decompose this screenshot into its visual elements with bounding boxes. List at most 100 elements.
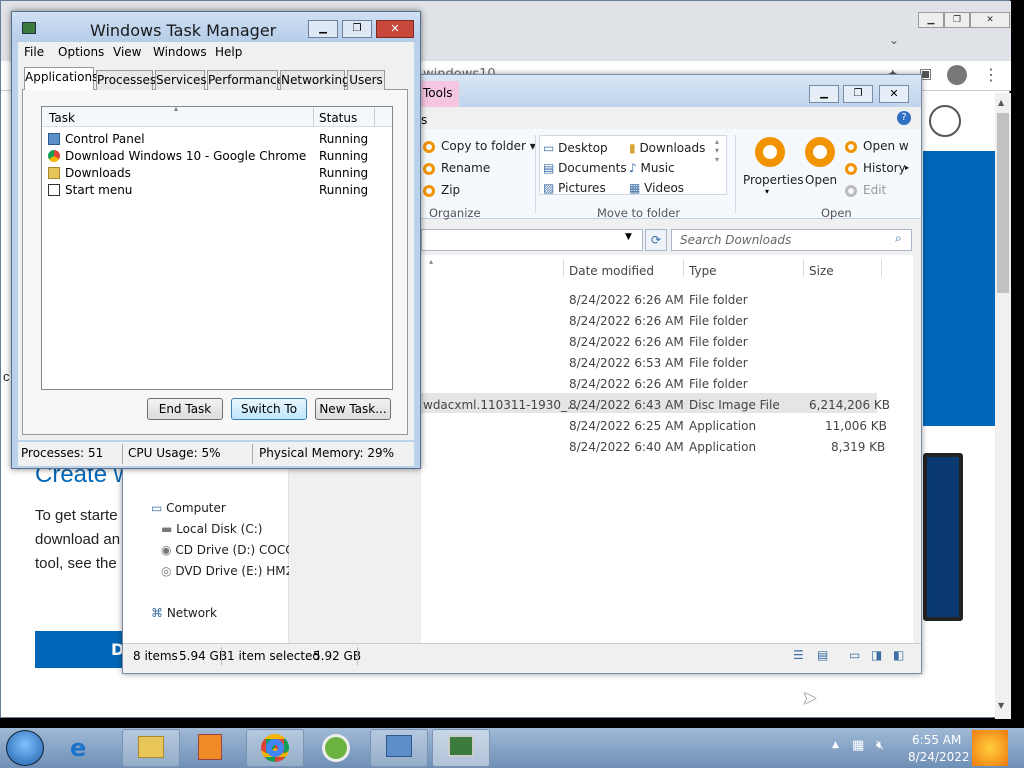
task-name[interactable]: Downloads <box>65 166 131 180</box>
history-button[interactable]: History <box>845 161 906 175</box>
column-divider[interactable] <box>683 259 684 277</box>
file-size[interactable]: 6,214,206 KB <box>809 398 890 412</box>
nav-computer[interactable]: ▭ Computer <box>151 501 226 515</box>
file-type[interactable]: File folder <box>689 293 748 307</box>
column-type[interactable]: Type <box>689 264 717 278</box>
task-status[interactable]: Running <box>319 166 368 180</box>
preview-pane-icon[interactable]: ▭ <box>849 648 860 662</box>
menu-windows[interactable]: Windows <box>153 45 207 59</box>
tm-close-button[interactable]: ✕ <box>376 20 414 38</box>
navigation-pane-icon[interactable]: ◧ <box>893 648 904 662</box>
chrome-maximize-button[interactable]: ❐ <box>944 12 970 28</box>
column-task[interactable]: Task <box>49 111 75 125</box>
menu-file[interactable]: File <box>24 45 44 59</box>
properties-dropdown-icon[interactable]: ▾ <box>765 187 769 196</box>
chrome-close-button[interactable]: ✕ <box>970 12 1010 28</box>
file-date[interactable]: 8/24/2022 6:25 AM <box>569 419 684 433</box>
move-pictures-item[interactable]: ▨ Pictures <box>543 181 606 195</box>
clock-date[interactable]: 8/24/2022 <box>908 750 970 764</box>
tab-services[interactable]: Services <box>155 70 207 90</box>
address-dropdown-icon[interactable]: ▼ <box>625 232 632 242</box>
nav-dvd-drive[interactable]: ◎ DVD Drive (E:) HM2_ <box>161 564 289 578</box>
scroll-down-icon[interactable]: ▼ <box>998 701 1004 710</box>
user-picture[interactable] <box>972 730 1008 766</box>
rename-button[interactable]: Rename <box>423 161 490 175</box>
gallery-scroll-icon[interactable]: ▴ ▾ ▾ <box>715 137 719 164</box>
file-date[interactable]: 8/24/2022 6:26 AM <box>569 314 684 328</box>
chrome-menu-icon[interactable]: ⋮ <box>983 65 999 84</box>
explorer-maximize-button[interactable]: ❐ <box>843 85 873 103</box>
column-divider[interactable] <box>881 259 882 277</box>
file-date[interactable]: 8/24/2022 6:40 AM <box>569 440 684 454</box>
open-button[interactable]: Open <box>805 173 837 187</box>
help-icon[interactable]: ? <box>897 111 911 125</box>
ribbon-tab-fragment[interactable]: s <box>421 113 427 127</box>
properties-button[interactable]: Properties <box>743 173 804 187</box>
tiles-view-icon[interactable]: ▤ <box>817 648 828 662</box>
column-date-modified[interactable]: Date modified <box>569 264 654 278</box>
task-name[interactable]: Start menu <box>65 183 132 197</box>
internet-explorer-icon[interactable]: e <box>70 734 86 762</box>
file-type[interactable]: File folder <box>689 356 748 370</box>
network-tray-icon[interactable]: ▦ <box>852 738 864 753</box>
explorer-minimize-button[interactable]: ▁ <box>809 85 839 103</box>
move-documents-item[interactable]: ▤ Documents <box>543 161 627 175</box>
tab-performance[interactable]: Performance <box>207 70 284 90</box>
column-divider[interactable] <box>563 259 564 277</box>
column-size[interactable]: Size <box>809 264 834 278</box>
page-scrollbar-thumb[interactable] <box>997 113 1009 293</box>
task-name[interactable]: Control Panel <box>65 132 145 146</box>
nav-cd-drive[interactable]: ◉ CD Drive (D:) COCC <box>161 543 289 557</box>
show-hidden-icons-icon[interactable]: ▲ <box>832 740 839 750</box>
nav-local-disk[interactable]: ▬ Local Disk (C:) <box>161 522 262 536</box>
details-view-icon[interactable]: ☰ <box>793 648 804 662</box>
refresh-icon[interactable]: ⟳ <box>645 229 667 251</box>
menu-view[interactable]: View <box>113 45 141 59</box>
file-size[interactable]: 11,006 KB <box>825 419 887 433</box>
nav-network[interactable]: ⌘ Network <box>151 606 217 620</box>
column-divider[interactable] <box>803 259 804 277</box>
file-date[interactable]: 8/24/2022 6:26 AM <box>569 335 684 349</box>
switch-to-button[interactable]: Switch To <box>231 398 307 420</box>
ribbon-more-icon[interactable]: ▸ <box>905 163 909 172</box>
task-name[interactable]: Download Windows 10 - Google Chrome <box>65 149 306 163</box>
file-type[interactable]: Application <box>689 440 756 454</box>
tab-tools[interactable]: Tools <box>421 81 459 107</box>
profile-avatar[interactable] <box>947 65 967 85</box>
end-task-button[interactable]: End Task <box>147 398 223 420</box>
file-date[interactable]: 8/24/2022 6:43 AM <box>569 398 684 412</box>
open-with-button[interactable]: Open w <box>845 139 909 153</box>
menu-options[interactable]: Options <box>58 45 104 59</box>
file-name[interactable]: wdacxml.110311-1930_... <box>423 398 578 412</box>
file-type[interactable]: Application <box>689 419 756 433</box>
tm-maximize-button[interactable]: ❐ <box>342 20 372 38</box>
new-task-button[interactable]: New Task... <box>315 398 391 420</box>
copy-to-folder-button[interactable]: Copy to folder ▾ <box>423 139 536 153</box>
file-type[interactable]: File folder <box>689 377 748 391</box>
column-divider[interactable] <box>374 108 375 126</box>
file-type[interactable]: File folder <box>689 335 748 349</box>
file-date[interactable]: 8/24/2022 6:53 AM <box>569 356 684 370</box>
zip-button[interactable]: Zip <box>423 183 460 197</box>
task-status[interactable]: Running <box>319 132 368 146</box>
edit-button[interactable]: Edit <box>845 183 886 197</box>
address-bar[interactable] <box>421 229 643 251</box>
app-icon[interactable] <box>322 734 350 762</box>
file-date[interactable]: 8/24/2022 6:26 AM <box>569 293 684 307</box>
tab-networking[interactable]: Networking <box>280 70 350 90</box>
search-input[interactable]: Search Downloads <box>671 229 912 251</box>
tab-processes[interactable]: Processes <box>96 70 156 90</box>
tm-minimize-button[interactable]: ▁ <box>308 20 338 38</box>
chevron-down-icon[interactable]: ⌄ <box>889 33 899 47</box>
tab-applications[interactable]: Applications <box>24 67 98 90</box>
details-pane-icon[interactable]: ◨ <box>871 648 882 662</box>
download-button[interactable]: D <box>35 631 125 668</box>
move-downloads-item[interactable]: ▮ Downloads <box>629 141 705 155</box>
file-type[interactable]: Disc Image File <box>689 398 780 412</box>
file-type[interactable]: File folder <box>689 314 748 328</box>
volume-muted-icon[interactable]: 🔇︎ <box>876 738 884 753</box>
scroll-up-icon[interactable]: ▲ <box>998 98 1004 107</box>
column-status[interactable]: Status <box>319 111 357 125</box>
explorer-close-button[interactable]: ✕ <box>879 85 909 103</box>
menu-help[interactable]: Help <box>215 45 242 59</box>
